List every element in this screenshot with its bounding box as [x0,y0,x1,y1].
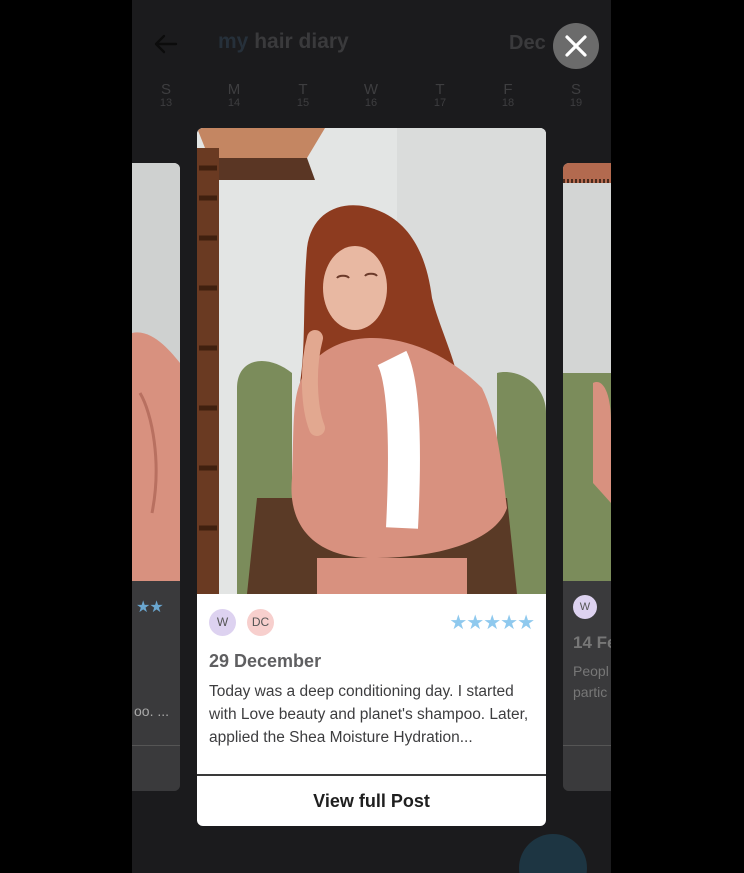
app-title: my hair diary [218,30,349,54]
next-post-text-line1: Peopl [573,663,609,679]
next-post-text-line2: partic [573,684,608,700]
day-date: 17 [433,97,447,109]
day-item[interactable]: T 17 [420,82,460,109]
day-date: 16 [364,97,378,109]
day-letter: S [160,81,171,98]
next-post-chip: W [573,595,597,619]
day-date: 13 [159,97,173,109]
next-post-date: 14 Fe [573,633,611,652]
next-post-card[interactable]: W 14 Fe Peopl partic [563,163,611,791]
day-letter: T [298,81,308,98]
post-text: Today was a deep conditioning day. I sta… [209,683,529,746]
day-item[interactable]: F 18 [488,82,528,109]
next-post-body: W 14 Fe Peopl partic [563,581,611,791]
previous-post-card[interactable]: ★★ oo. ... [132,163,180,791]
day-date: 14 [227,97,241,109]
phone-screen: my hair diary Dec S 13 M 14 T 15 W 16 T … [132,0,611,873]
add-button[interactable] [519,834,587,873]
author-chip-w: W [209,609,236,636]
day-date: 18 [501,97,515,109]
previous-post-snippet: oo. ... [134,703,170,719]
close-button[interactable] [553,23,599,69]
day-item[interactable]: T 15 [283,82,323,109]
rating-stars: ★★★★★ [449,612,535,634]
view-full-post-button[interactable]: View full Post [197,776,546,826]
week-strip: S 13 M 14 T 15 W 16 T 17 F 18 S 19 [132,82,611,122]
day-letter: M [227,81,241,98]
app-title-rest: hair diary [248,30,349,53]
day-item[interactable]: M 14 [214,82,254,109]
month-label[interactable]: Dec [509,32,546,55]
post-date: 29 December [209,651,322,671]
day-date: 15 [296,97,310,109]
day-letter: W [363,81,379,98]
next-post-photo [563,163,611,581]
day-letter: F [503,81,513,98]
app-title-prefix: my [218,30,249,53]
divider [563,745,611,746]
day-letter: T [435,81,445,98]
divider [132,745,180,746]
day-item[interactable]: S 13 [146,82,186,109]
previous-post-stars: ★★ [136,599,164,616]
app-header: my hair diary Dec [132,0,611,86]
previous-post-body: ★★ oo. ... [132,581,180,791]
day-letter: S [570,81,581,98]
close-icon [565,35,587,57]
back-arrow-icon[interactable] [152,30,180,58]
day-item[interactable]: W 16 [351,82,391,109]
post-photo [197,128,546,594]
post-card[interactable]: W DC ★★★★★ 29 December Today was a deep … [197,128,546,826]
author-chip-dc: DC [247,609,274,636]
previous-post-photo [132,163,180,581]
day-item[interactable]: S 19 [556,82,596,109]
day-date: 19 [569,97,583,109]
